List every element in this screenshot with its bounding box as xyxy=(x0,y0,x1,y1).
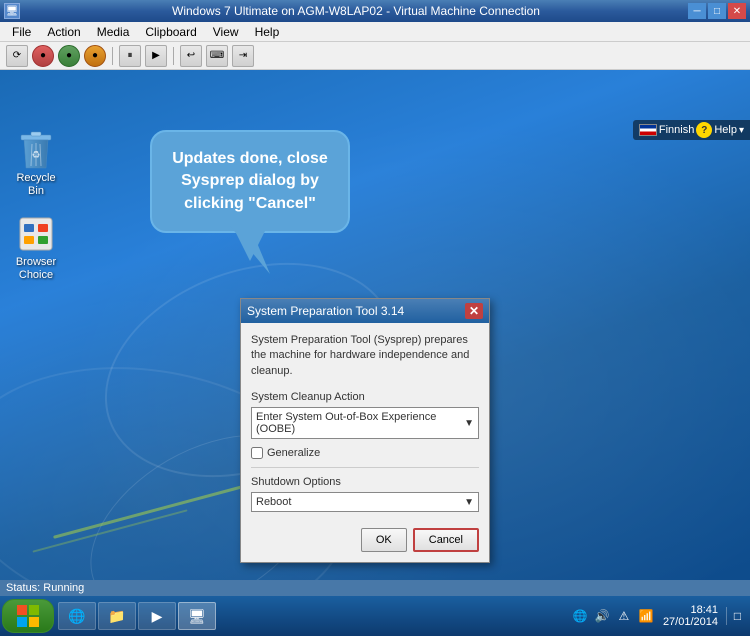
vm-frame: 🖥 Windows 7 Ultimate on AGM-W8LAP02 - Vi… xyxy=(0,0,750,636)
taskbar-right: 🌐 🔊 ⚠ 📶 18:41 27/01/2014 □ xyxy=(571,604,748,628)
cleanup-value: Enter System Out-of-Box Experience (OOBE… xyxy=(256,411,464,435)
toolbar-sep-1 xyxy=(112,47,113,65)
toolbar-btn-4[interactable]: ● xyxy=(84,45,106,67)
taskbar-media[interactable]: ▶ xyxy=(138,602,176,630)
flag-icon xyxy=(639,124,657,136)
toolbar-btn-2[interactable]: ● xyxy=(32,45,54,67)
dialog-description: System Preparation Tool (Sysprep) prepar… xyxy=(251,333,479,379)
browser-choice-icon[interactable]: Browser Choice xyxy=(4,210,68,286)
taskbar: 🌐 📁 ▶ 🖥 🌐 🔊 ⚠ 📶 18:41 27/01/2014 □ xyxy=(0,596,750,636)
systray-sound[interactable]: 🔊 xyxy=(593,607,611,625)
toolbar-btn-1[interactable]: ⟳ xyxy=(6,45,28,67)
clock-area[interactable]: 18:41 27/01/2014 xyxy=(659,604,722,628)
sysprep-dialog: System Preparation Tool 3.14 ✕ System Pr… xyxy=(240,298,490,563)
dialog-buttons: OK Cancel xyxy=(251,522,479,552)
toolbar-btn-3[interactable]: ● xyxy=(58,45,80,67)
vm-icon: 🖥 xyxy=(187,606,207,626)
title-bar: 🖥 Windows 7 Ultimate on AGM-W8LAP02 - Vi… xyxy=(0,0,750,22)
explorer-icon: 📁 xyxy=(107,606,127,626)
generalize-label: Generalize xyxy=(267,447,320,459)
shutdown-section-label: Shutdown Options xyxy=(251,476,479,488)
windows-logo xyxy=(16,604,40,628)
toolbar-extra[interactable]: ⇥ xyxy=(232,45,254,67)
language-label: Finnish xyxy=(659,124,694,136)
toolbar-pause[interactable]: ⏸ xyxy=(119,45,141,67)
taskbar-ie[interactable]: 🌐 xyxy=(58,602,96,630)
toolbar-play[interactable]: ▶ xyxy=(145,45,167,67)
help-bar: Finnish ? Help ▾ xyxy=(633,120,750,140)
status-text: Status: Running xyxy=(6,582,84,594)
media-icon: ▶ xyxy=(147,606,167,626)
show-desktop[interactable]: □ xyxy=(726,607,744,625)
clock-date: 27/01/2014 xyxy=(663,616,718,628)
cleanup-section-label: System Cleanup Action xyxy=(251,391,479,403)
recycle-bin-image: ♻ xyxy=(16,130,56,170)
ie-icon: 🌐 xyxy=(67,606,87,626)
dialog-titlebar: System Preparation Tool 3.14 ✕ xyxy=(241,299,489,323)
systray-network2[interactable]: 📶 xyxy=(637,607,655,625)
menu-help[interactable]: Help xyxy=(247,22,288,41)
shutdown-arrow: ▼ xyxy=(464,497,474,508)
generalize-checkbox[interactable] xyxy=(251,447,263,459)
clock-time: 18:41 xyxy=(690,604,718,616)
title-text: Windows 7 Ultimate on AGM-W8LAP02 - Virt… xyxy=(24,4,688,18)
help-label[interactable]: Help xyxy=(714,124,737,136)
minimize-button[interactable]: ─ xyxy=(688,3,706,19)
start-button[interactable] xyxy=(2,599,54,633)
toolbar-back[interactable]: ↩ xyxy=(180,45,202,67)
dialog-body: System Preparation Tool (Sysprep) prepar… xyxy=(241,323,489,562)
menu-media[interactable]: Media xyxy=(89,22,138,41)
toolbar: ⟳ ● ● ● ⏸ ▶ ↩ ⌨ ⇥ xyxy=(0,42,750,70)
divider xyxy=(251,467,479,468)
tooltip-bubble: Updates done, close Sysprep dialog by cl… xyxy=(150,130,350,233)
status-bar: Status: Running xyxy=(0,580,750,596)
generalize-row: Generalize xyxy=(251,447,479,459)
menu-view[interactable]: View xyxy=(205,22,247,41)
recycle-bin-label: Recycle Bin xyxy=(8,172,64,198)
tooltip-text: Updates done, close Sysprep dialog by cl… xyxy=(172,150,328,212)
help-button[interactable]: ? xyxy=(696,122,712,138)
dialog-title: System Preparation Tool 3.14 xyxy=(247,304,404,318)
browser-choice-image xyxy=(16,214,56,254)
toolbar-ctrl-alt-del[interactable]: ⌨ xyxy=(206,45,228,67)
close-button[interactable]: ✕ xyxy=(728,3,746,19)
ok-button[interactable]: OK xyxy=(361,528,407,552)
cleanup-dropdown[interactable]: Enter System Out-of-Box Experience (OOBE… xyxy=(251,407,479,439)
window-controls: ─ □ ✕ xyxy=(688,3,746,19)
svg-text:♻: ♻ xyxy=(32,150,41,161)
shutdown-value: Reboot xyxy=(256,496,291,508)
help-dropdown-arrow[interactable]: ▾ xyxy=(739,125,744,136)
maximize-button[interactable]: □ xyxy=(708,3,726,19)
cancel-button[interactable]: Cancel xyxy=(413,528,479,552)
taskbar-explorer[interactable]: 📁 xyxy=(98,602,136,630)
browser-choice-label: Browser Choice xyxy=(8,256,64,282)
shutdown-dropdown[interactable]: Reboot ▼ xyxy=(251,492,479,512)
menu-clipboard[interactable]: Clipboard xyxy=(137,22,204,41)
systray-warning[interactable]: ⚠ xyxy=(615,607,633,625)
recycle-bin-icon[interactable]: ♻ Recycle Bin xyxy=(4,126,68,202)
menu-action[interactable]: Action xyxy=(39,22,88,41)
systray-network[interactable]: 🌐 xyxy=(571,607,589,625)
taskbar-vm[interactable]: 🖥 xyxy=(178,602,216,630)
toolbar-sep-2 xyxy=(173,47,174,65)
title-icon: 🖥 xyxy=(4,3,20,19)
desktop: Finnish ? Help ▾ ♻ xyxy=(0,70,750,600)
menu-file[interactable]: File xyxy=(4,22,39,41)
menu-bar: File Action Media Clipboard View Help xyxy=(0,22,750,42)
cleanup-arrow: ▼ xyxy=(464,418,474,429)
dialog-close-button[interactable]: ✕ xyxy=(465,303,483,319)
